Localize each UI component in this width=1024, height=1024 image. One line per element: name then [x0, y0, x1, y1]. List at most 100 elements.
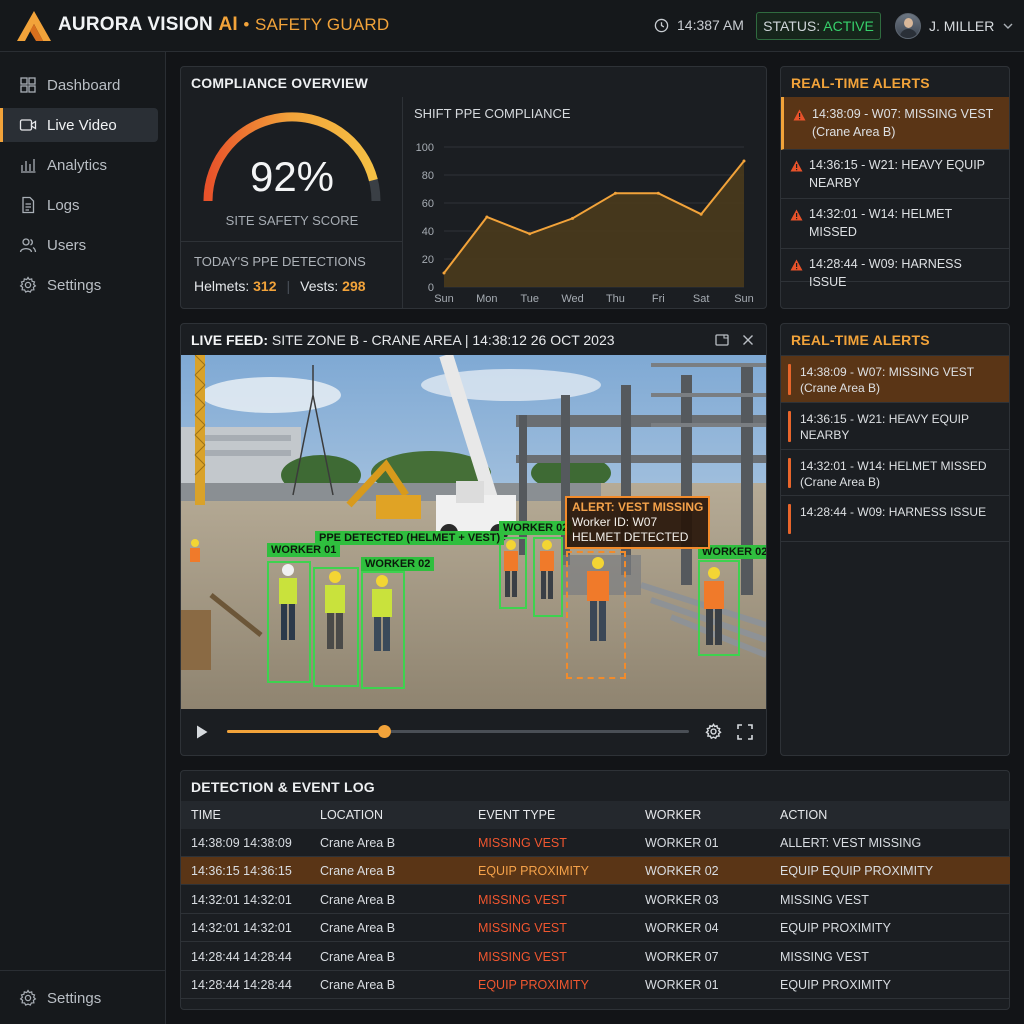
alert-detection-box[interactable]: [566, 551, 626, 679]
safety-score-value: 92%: [249, 153, 335, 200]
cell-location: Crane Area B: [320, 892, 396, 907]
cell-worker: WORKER 07: [645, 949, 719, 964]
alert-item[interactable]: 14:32:01 - W14: HELMET MISSED: [781, 199, 1009, 249]
table-row[interactable]: 14:32:01 14:32:01 Crane Area B MISSING VES…: [181, 914, 1010, 943]
area-fill: [444, 161, 744, 287]
play-icon[interactable]: [195, 724, 209, 740]
alert-text: 14:32:01 - W14: HELMET MISSED (Crane Are…: [800, 459, 987, 489]
alert-text: 14:38:09 - W07: MISSING VEST (Crane Area…: [800, 365, 974, 395]
detection-box[interactable]: [698, 560, 740, 656]
sidebar-item-label: Settings: [47, 276, 102, 294]
alert-severity-bar: [788, 411, 791, 442]
alert-item[interactable]: 14:32:01 - W14: HELMET MISSED (Crane Are…: [781, 450, 1009, 496]
alert-item[interactable]: 14:28:44 - W09: HARNESS ISSUE: [781, 496, 1009, 542]
alert-item[interactable]: 14:38:09 - W07: MISSING VEST (Crane Area…: [781, 356, 1009, 403]
video-icon: [19, 119, 37, 131]
alert-item[interactable]: 14:36:15 - W21: HEAVY EQUIP NEARBY: [781, 403, 1009, 450]
logs-icon: [22, 196, 35, 214]
sidebar-item-label: Analytics: [47, 156, 108, 174]
gear-icon[interactable]: [705, 723, 722, 740]
column-header[interactable]: WORKER: [645, 808, 701, 822]
cell-event: MISSING VEST: [478, 892, 567, 907]
table-row[interactable]: 14:32:01 14:32:01 Crane Area B MISSING VES…: [181, 886, 1010, 914]
chart-title: SHIFT PPE COMPLIANCE: [414, 106, 571, 121]
safety-score-section: 92% SITE SAFETY SCORE TODAY'S PPE DETECT…: [181, 97, 403, 309]
cell-time: 14:32:01 14:32:01: [191, 921, 292, 936]
sidebar-bottom-settings[interactable]: Settings: [0, 981, 158, 1015]
column-header[interactable]: TIME: [191, 808, 221, 822]
alert-severity-bar: [788, 504, 791, 534]
dashboard-icon: [20, 77, 36, 93]
x-tick-label: Sun: [434, 293, 454, 305]
data-point: [656, 191, 660, 195]
cell-worker: WORKER 03: [645, 892, 719, 907]
sidebar-item-logs[interactable]: Logs: [0, 188, 158, 222]
detection-label: WORKER 02: [361, 557, 435, 571]
x-tick-label: Thu: [606, 293, 625, 305]
sidebar-item-users[interactable]: Users: [0, 228, 158, 262]
video-progress-knob[interactable]: [378, 725, 392, 738]
cell-action: MISSING VEST: [780, 949, 869, 964]
x-tick-label: Sun: [734, 293, 754, 305]
column-header[interactable]: EVENT TYPE: [478, 808, 555, 822]
alerts-panel-top: REAL-TIME ALERTS 14:38:09 - W07: MISSING…: [780, 66, 1010, 309]
cell-action: EQUIP PROXIMITY: [780, 978, 891, 992]
alerts-title: REAL-TIME ALERTS: [791, 332, 930, 348]
cell-time: 14:36:15 14:36:15: [191, 864, 292, 879]
detection-label: PPE DETECTED (HELMET + VEST): [315, 531, 505, 545]
sidebar-item-analytics[interactable]: Analytics: [0, 148, 158, 182]
alerts-panel-side: REAL-TIME ALERTS 14:38:09 - W07: MISSING…: [780, 323, 1010, 756]
column-header[interactable]: LOCATION: [320, 808, 383, 822]
x-tick-label: Sat: [693, 293, 710, 305]
event-log-title: DETECTION & EVENT LOG: [191, 779, 375, 795]
live-feed-panel: LIVE FEED: SITE ZONE B - CRANE AREA | 14…: [180, 323, 767, 756]
cell-time: 14:32:01 14:32:01: [191, 892, 292, 907]
table-row[interactable]: 14:38:09 14:38:09 Crane Area B MISSING VES…: [181, 829, 1010, 857]
vests-count: 298: [342, 278, 366, 294]
cell-time: 14:28:44 14:28:44: [191, 949, 292, 964]
user-menu[interactable]: J. MILLER: [895, 13, 1014, 39]
cell-worker: WORKER 04: [645, 921, 719, 936]
alerts-title: REAL-TIME ALERTS: [791, 75, 930, 91]
detection-box[interactable]: [361, 571, 405, 689]
video-progress-track[interactable]: [227, 725, 689, 738]
y-tick-label: 100: [416, 142, 434, 154]
table-row[interactable]: 14:28:44 14:28:44 Crane Area B MISSING VES…: [181, 943, 1010, 971]
detection-box[interactable]: [533, 537, 563, 617]
cell-event: MISSING VEST: [478, 921, 567, 936]
alert-item[interactable]: 14:36:15 - W21: HEAVY EQUIP NEARBY: [781, 150, 1009, 199]
ppe-detections-label: TODAY'S PPE DETECTIONS: [194, 254, 366, 269]
fullscreen-icon[interactable]: [737, 724, 753, 740]
cell-time: 14:38:09 14:38:09: [191, 836, 292, 850]
data-point: [485, 215, 489, 219]
sidebar-item-settings[interactable]: Settings: [0, 268, 158, 302]
avatar: [895, 13, 921, 39]
table-row[interactable]: 14:28:44 14:28:44 Crane Area B EQUIP PROXI…: [181, 971, 1010, 999]
table-row[interactable]: 14:36:15 14:36:15 Crane Area B EQUIP PROXI…: [181, 857, 1010, 886]
sidebar-item-label: Dashboard: [47, 76, 121, 94]
cell-worker: WORKER 01: [645, 978, 719, 992]
sidebar-item-live-video[interactable]: Live Video: [0, 108, 158, 142]
clock: 14:387 AM: [654, 17, 744, 33]
detection-box[interactable]: [499, 537, 527, 609]
cell-time: 14:28:44 14:28:44: [191, 978, 292, 992]
alert-severity-bar: [788, 458, 791, 488]
alert-text: 14:32:01 - W14: HELMET MISSED: [809, 207, 952, 239]
close-icon[interactable]: [742, 334, 754, 346]
detection-box[interactable]: [267, 561, 311, 683]
shift-compliance-chart: 0 20 40 60 80 100 Sun Mon Tue Wed Thu Fri Sat Sun: [416, 142, 754, 305]
video-frame[interactable]: WORKER 01 PPE DETECTED (HELMET + VEST) W…: [181, 355, 766, 709]
column-header[interactable]: ACTION: [780, 808, 827, 822]
sidebar-item-dashboard[interactable]: Dashboard: [0, 68, 158, 102]
alert-item[interactable]: 14:38:09 - W07: MISSING VEST (Crane Area…: [781, 97, 1009, 150]
detection-box[interactable]: [313, 567, 359, 687]
window-icon[interactable]: [715, 334, 729, 346]
y-tick-label: 40: [422, 226, 434, 238]
sidebar-item-label: Settings: [47, 989, 102, 1007]
alert-item[interactable]: 14:28:44 - W09: HARNESS ISSUE: [781, 249, 1009, 289]
cell-event: MISSING VEST: [478, 836, 567, 850]
y-tick-label: 20: [422, 254, 434, 266]
compliance-title: COMPLIANCE OVERVIEW: [191, 75, 369, 91]
cell-action: MISSING VEST: [780, 892, 869, 907]
gear-icon: [19, 276, 37, 293]
